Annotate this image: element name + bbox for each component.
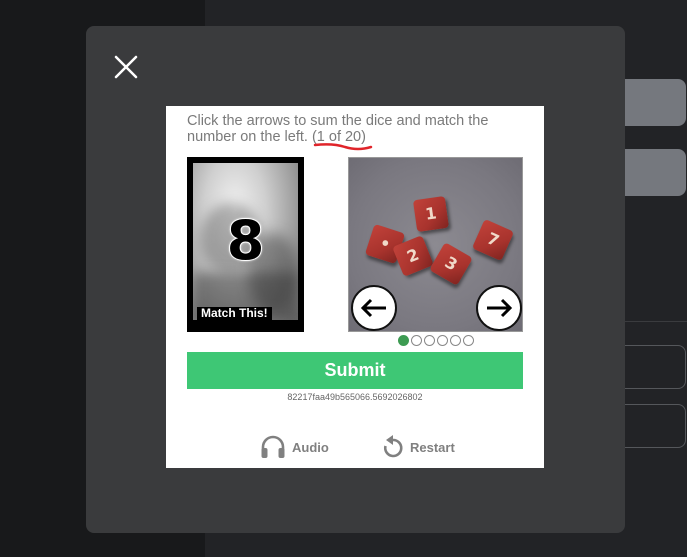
pagination-dot[interactable] [450,335,461,346]
match-this-label: Match This! [197,307,272,320]
restart-button[interactable]: Restart [382,434,455,460]
submit-button[interactable]: Submit [187,352,523,389]
die: 1 [412,195,450,233]
red-underline-annotation [313,143,373,151]
pagination-dot-active[interactable] [398,335,409,346]
target-number-image: 8 Match This! [187,157,304,332]
session-id: 82217faa49b565066.5692026802 [287,392,423,402]
restart-label: Restart [410,439,455,455]
pagination-dot[interactable] [463,335,474,346]
close-button[interactable] [112,53,140,81]
arrow-right-icon [487,298,513,318]
die: 3 [429,242,473,286]
captcha-instructions: Click the arrows to sum the dice and mat… [187,113,527,145]
next-arrow-button[interactable] [476,285,522,331]
headphones-icon [261,435,285,458]
pagination-dot[interactable] [424,335,435,346]
captcha-modal: Click the arrows to sum the dice and mat… [86,26,625,533]
pagination-dot[interactable] [437,335,448,346]
close-icon [114,55,138,79]
target-number: 8 [226,209,266,272]
arrow-left-icon [360,298,386,318]
image-pagination [398,335,474,347]
audio-button[interactable]: Audio [260,434,329,460]
die: 7 [471,218,515,262]
pagination-dot[interactable] [411,335,422,346]
restart-icon [383,435,403,458]
dice-image: 1 • 2 3 7 [348,157,523,332]
audio-label: Audio [292,439,329,455]
captcha-challenge: Click the arrows to sum the dice and mat… [166,106,544,468]
previous-arrow-button[interactable] [351,285,397,331]
